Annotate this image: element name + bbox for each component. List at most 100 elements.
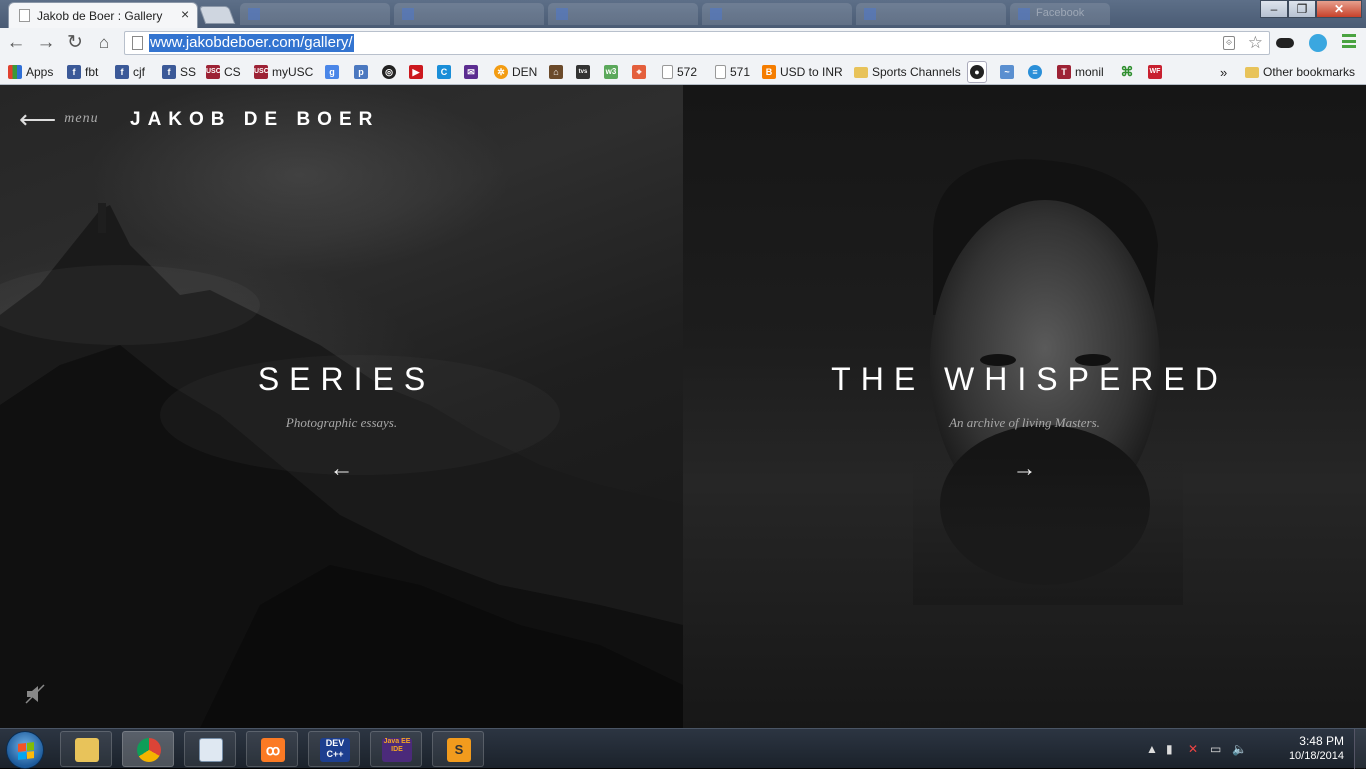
translate-icon[interactable]: ⟐ (1223, 36, 1235, 50)
bookmark-item[interactable]: USC CS (206, 63, 241, 81)
bookmark-item[interactable]: p (354, 63, 372, 81)
devcpp-icon: DEV C++ (320, 738, 350, 762)
show-hidden-icons[interactable]: ▲ (1146, 742, 1158, 756)
bookmark-item[interactable]: f fbt (67, 63, 98, 81)
bookmark-item[interactable]: ⌘ (1120, 63, 1138, 81)
clock-date[interactable]: 10/18/2014 (1289, 750, 1344, 762)
show-desktop-button[interactable] (1354, 729, 1366, 769)
bookmark-star-icon[interactable]: ☆ (1248, 33, 1263, 53)
url-text[interactable]: www.jakobdeboer.com/gallery/ (149, 34, 354, 52)
tab-favicon-icon (248, 8, 260, 20)
series-arrow-icon[interactable]: ← (0, 455, 683, 483)
background-tab[interactable]: Facebook (1010, 3, 1110, 25)
maps-icon: ⌖ (632, 65, 646, 79)
fish-icon: ~ (1000, 65, 1014, 79)
bookmark-item[interactable]: g (325, 63, 343, 81)
bookmark-item[interactable]: ✉ (464, 63, 482, 81)
taskbar-devcpp[interactable]: DEV C++ (308, 731, 360, 767)
youtube-icon: ▶ (409, 65, 423, 79)
bookmark-item[interactable]: Tmonil (1057, 63, 1104, 81)
bookmark-item[interactable]: f cjf (115, 63, 145, 81)
background-tab[interactable] (394, 3, 544, 25)
bookmark-item[interactable]: ▶ (409, 63, 427, 81)
series-title[interactable]: SERIES (0, 361, 683, 398)
folder-icon (75, 738, 99, 762)
taskbar-chrome[interactable] (122, 731, 174, 767)
incognito-extension-icon[interactable] (1276, 38, 1294, 48)
taskbar-xampp[interactable]: ꝏ (246, 731, 298, 767)
site-title[interactable]: JAKOB DE BOER (130, 109, 379, 131)
bookmark-item[interactable]: ◎ (382, 63, 400, 81)
page-favicon-icon (19, 9, 30, 22)
blogger-icon: B (762, 65, 776, 79)
volume-icon[interactable]: 🔈 (1232, 742, 1247, 756)
bookmark-item[interactable]: WF (1148, 63, 1166, 81)
background-tab[interactable] (548, 3, 698, 25)
bookmark-item[interactable]: USC myUSC (254, 63, 313, 81)
bookmark-item[interactable]: ⌖ (632, 63, 650, 81)
active-tab[interactable]: Jakob de Boer : Gallery × (8, 2, 198, 28)
background-tab[interactable] (240, 3, 390, 25)
sound-muted-icon[interactable] (24, 683, 46, 705)
series-subtitle: Photographic essays. (285, 415, 398, 430)
the-whispered-subtitle: An archive of living Masters. (949, 415, 1100, 430)
back-icon[interactable]: ← (5, 32, 27, 54)
the-whispered-title[interactable]: THE WHISPERED (683, 361, 1366, 398)
bookmark-item[interactable]: ● (967, 61, 987, 83)
network-warning-icon[interactable]: ✕ (1188, 742, 1198, 756)
series-panel[interactable]: ⟵ menu JAKOB DE BOER SERIES Photographic… (0, 85, 683, 728)
bookmark-item[interactable]: w3 (604, 63, 622, 81)
apps-icon (8, 65, 22, 79)
power-icon[interactable]: ▭ (1210, 742, 1221, 756)
menu-toggle[interactable]: ⟵ menu (19, 106, 99, 132)
bookmark-item[interactable]: C (437, 63, 455, 81)
background-tab[interactable] (856, 3, 1006, 25)
bookmark-item[interactable]: 572 (662, 63, 697, 81)
bookmark-folder[interactable]: Sports Channels (854, 63, 961, 81)
chrome-menu-icon[interactable] (1342, 34, 1356, 48)
bookmark-item[interactable]: 571 (715, 63, 750, 81)
windows-logo-icon (18, 742, 34, 760)
wf-icon: WF (1148, 65, 1162, 79)
taskbar-sublime[interactable]: S (432, 731, 484, 767)
cmd-icon: ⌘ (1120, 64, 1134, 79)
reload-icon[interactable]: ↻ (64, 32, 86, 54)
clock-time[interactable]: 3:48 PM (1299, 734, 1344, 748)
eclipse-icon: Java EE IDE (382, 738, 412, 762)
bookmark-item[interactable]: ✲ DEN (494, 63, 537, 81)
other-bookmarks-folder[interactable]: Other bookmarks (1245, 63, 1355, 81)
minimize-button[interactable]: – (1260, 0, 1288, 18)
the-whispered-panel[interactable]: THE WHISPERED An archive of living Maste… (683, 85, 1366, 728)
taskbar-notepad[interactable] (184, 731, 236, 767)
signal-icon[interactable]: ▮ (1166, 742, 1173, 756)
bookmarks-overflow-button[interactable]: » (1220, 63, 1227, 81)
bookmark-item[interactable]: ⌂ (549, 63, 567, 81)
maximize-button[interactable]: ❐ (1288, 0, 1316, 18)
taskbar-javaee[interactable]: Java EE IDE (370, 731, 422, 767)
start-button[interactable] (6, 731, 44, 769)
tab-favicon-icon (864, 8, 876, 20)
forward-icon[interactable]: → (35, 32, 57, 54)
the-whispered-arrow-icon[interactable]: → (683, 455, 1366, 483)
home-icon[interactable]: ⌂ (93, 32, 115, 54)
bookmark-item[interactable]: tvs (576, 63, 594, 81)
new-tab-button[interactable] (198, 6, 236, 24)
p-icon: p (354, 65, 368, 79)
browser-tab-strip: Jakob de Boer : Gallery × Facebook – ❐ ✕ (0, 0, 1366, 28)
bookmarks-bar: Apps f fbt f cjf f SS USC CS USC myUSC g p ◎ … (0, 58, 1366, 85)
background-tab[interactable] (702, 3, 852, 25)
notepad-icon (199, 738, 223, 762)
bookmark-apps[interactable]: Apps (8, 63, 53, 81)
bookmark-item[interactable]: B USD to INR (762, 63, 843, 81)
bookmark-item[interactable]: f SS (162, 63, 196, 81)
facebook-icon: f (67, 65, 81, 79)
close-window-button[interactable]: ✕ (1316, 0, 1362, 18)
usc-icon: USC (206, 65, 221, 79)
tab-close-icon[interactable]: × (181, 6, 189, 22)
bookmark-item[interactable]: ≡ (1028, 63, 1046, 81)
extension-icon[interactable] (1309, 34, 1327, 52)
address-bar[interactable]: www.jakobdeboer.com/gallery/ ⟐ ☆ (124, 31, 1270, 55)
folder-icon (1245, 66, 1259, 78)
bookmark-item[interactable]: ~ (1000, 63, 1018, 81)
taskbar-explorer[interactable] (60, 731, 112, 767)
